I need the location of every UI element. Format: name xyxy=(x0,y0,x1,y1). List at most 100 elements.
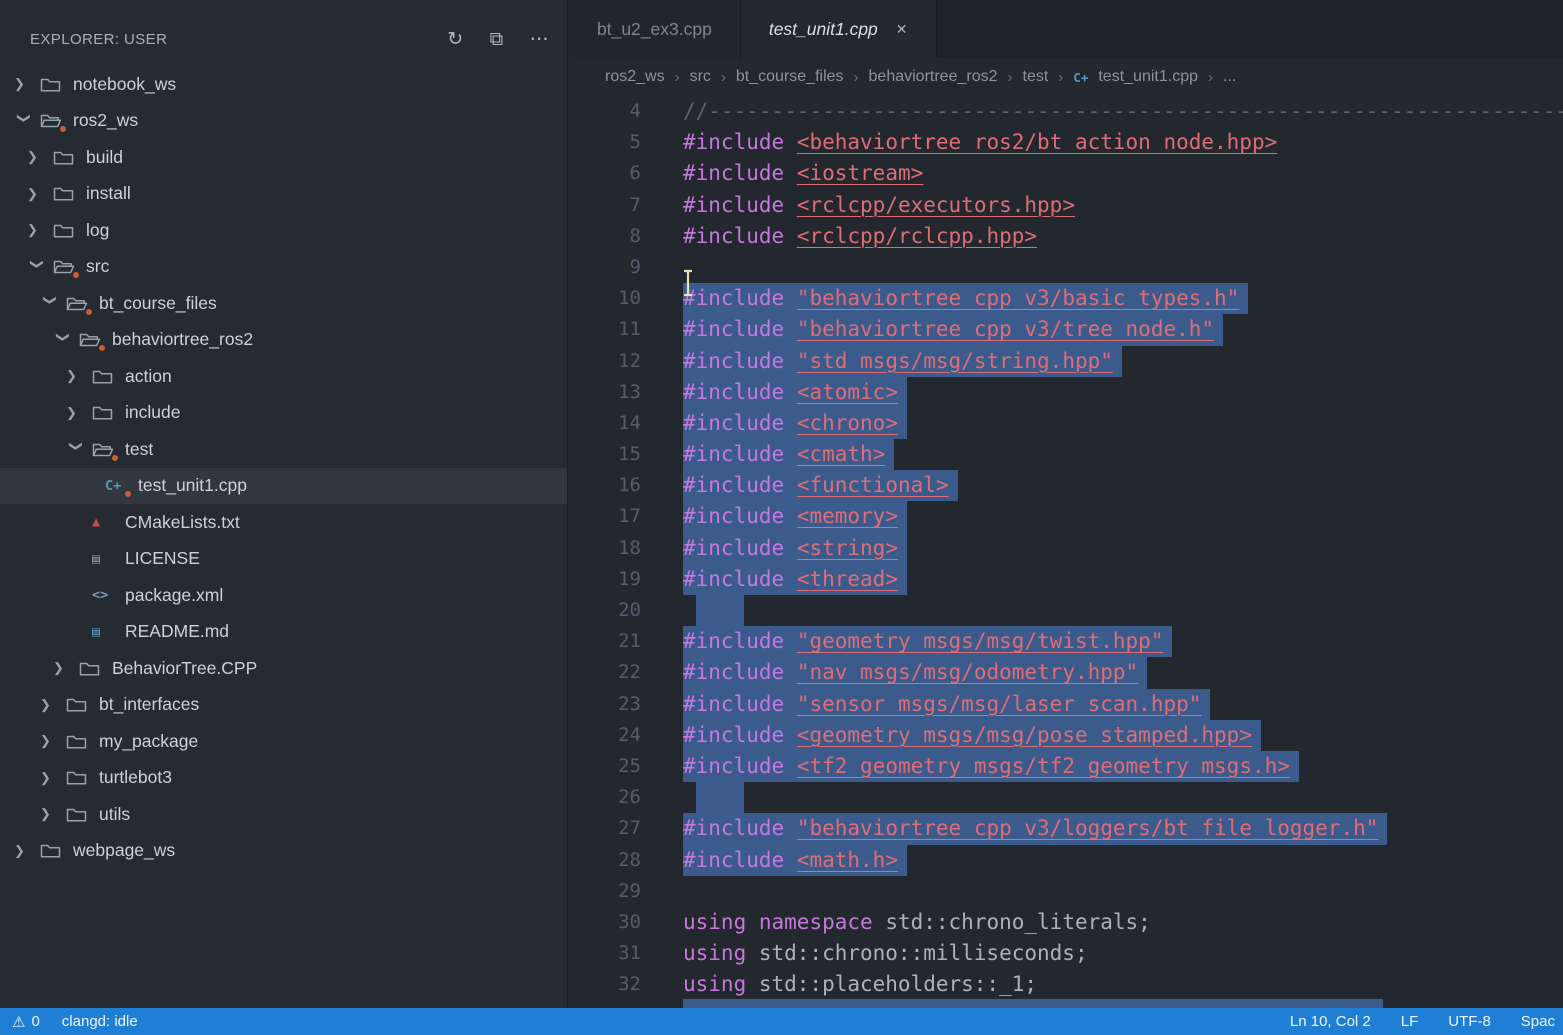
code-line[interactable]: 29 xyxy=(569,876,1563,907)
tree-item-test_unit1.cpp[interactable]: C+test_unit1.cpp xyxy=(0,468,567,505)
code-line[interactable]: 6#include <iostream> xyxy=(569,158,1563,189)
language-server-status[interactable]: clangd: idle xyxy=(62,1013,138,1030)
tree-item-utils[interactable]: ❯utils xyxy=(0,796,567,833)
breadcrumb-item[interactable]: ros2_ws xyxy=(605,68,665,86)
breadcrumb-item[interactable]: behaviortree_ros2 xyxy=(869,68,998,86)
tree-item-build[interactable]: ❯build xyxy=(0,139,567,176)
cursor-position[interactable]: Ln 10, Col 2 xyxy=(1290,1013,1371,1030)
code-line[interactable]: 20 xyxy=(569,595,1563,626)
horizontal-scrollbar[interactable] xyxy=(683,999,1383,1008)
code-line[interactable]: 32using std::placeholders::_1; xyxy=(569,969,1563,1000)
code-line[interactable]: 18#include <string> xyxy=(569,533,1563,564)
code-line[interactable]: 17#include <memory> xyxy=(569,501,1563,532)
tree-item-install[interactable]: ❯install xyxy=(0,176,567,213)
code-line[interactable]: 11#include "behaviortree_cpp_v3/tree_nod… xyxy=(569,314,1563,345)
tree-item-webpage_ws[interactable]: ❯webpage_ws xyxy=(0,833,567,870)
token-txt: std::chrono_literals; xyxy=(873,910,1151,934)
code-line[interactable]: 12#include "std_msgs/msg/string.hpp" xyxy=(569,346,1563,377)
code-line[interactable]: 22#include "nav_msgs/msg/odometry.hpp" xyxy=(569,657,1563,688)
tree-item-turtlebot3[interactable]: ❯turtlebot3 xyxy=(0,760,567,797)
code-line[interactable]: 8#include <rclcpp/rclcpp.hpp> xyxy=(569,221,1563,252)
tab-bt_u2_ex3.cpp[interactable]: bt_u2_ex3.cpp xyxy=(569,0,741,58)
token-kw: #include xyxy=(683,349,784,373)
tree-item-src[interactable]: ❯src xyxy=(0,249,567,286)
token-txt xyxy=(784,380,797,404)
tree-item-notebook_ws[interactable]: ❯notebook_ws xyxy=(0,66,567,103)
token-kw: #include xyxy=(683,473,784,497)
code-line[interactable]: 27#include "behaviortree_cpp_v3/loggers/… xyxy=(569,813,1563,844)
tree-item-label: bt_interfaces xyxy=(99,694,199,715)
token-kw: using xyxy=(683,972,746,996)
code-line[interactable]: 9 xyxy=(569,252,1563,283)
line-text: using std::placeholders::_1; xyxy=(641,969,1037,1000)
chevron-right-icon: ❯ xyxy=(40,697,66,713)
folder-icon xyxy=(66,760,97,797)
eol-indicator[interactable]: LF xyxy=(1401,1013,1419,1030)
tree-item-README.md[interactable]: ▤README.md xyxy=(0,614,567,651)
code-line[interactable]: 7#include <rclcpp/executors.hpp> xyxy=(569,190,1563,221)
tree-item-CMakeLists.txt[interactable]: ▲CMakeLists.txt xyxy=(0,504,567,541)
token-txt xyxy=(784,536,797,560)
code-line[interactable]: 5#include <behaviortree_ros2/bt_action_n… xyxy=(569,127,1563,158)
breadcrumb-item[interactable]: test xyxy=(1023,68,1049,86)
more-actions-icon[interactable]: ⋯ xyxy=(530,30,549,49)
encoding-indicator[interactable]: UTF-8 xyxy=(1448,1013,1491,1030)
code-line[interactable]: 23#include "sensor_msgs/msg/laser_scan.h… xyxy=(569,689,1563,720)
token-kw: #include xyxy=(683,504,784,528)
tree-item-bt_course_files[interactable]: ❯bt_course_files xyxy=(0,285,567,322)
line-text: #include "nav_msgs/msg/odometry.hpp" xyxy=(641,657,1147,688)
tree-item-include[interactable]: ❯include xyxy=(0,395,567,432)
indentation-indicator[interactable]: Spac xyxy=(1521,1013,1555,1030)
tree-item-BehaviorTree.CPP[interactable]: ❯BehaviorTree.CPP xyxy=(0,650,567,687)
folder-icon xyxy=(92,395,123,432)
token-txt xyxy=(784,848,797,872)
code-line[interactable]: 15#include <cmath> xyxy=(569,439,1563,470)
tree-item-log[interactable]: ❯log xyxy=(0,212,567,249)
tab-test_unit1.cpp[interactable]: test_unit1.cpp✕ xyxy=(741,0,937,58)
folder-icon xyxy=(53,212,84,249)
code-line[interactable]: 26 xyxy=(569,782,1563,813)
line-text xyxy=(641,595,744,626)
selection-highlight: #include <cmath> xyxy=(683,439,894,470)
chevron-right-icon: ❯ xyxy=(27,222,53,238)
code-line[interactable]: 19#include <thread> xyxy=(569,564,1563,595)
code-line[interactable]: 24#include <geometry_msgs/msg/pose_stamp… xyxy=(569,720,1563,751)
line-number: 9 xyxy=(569,252,641,283)
selection-highlight: #include "nav_msgs/msg/odometry.hpp" xyxy=(683,657,1147,688)
chevron-right-icon: ❯ xyxy=(40,806,66,822)
tree-item-my_package[interactable]: ❯my_package xyxy=(0,723,567,760)
tree-item-test[interactable]: ❯test xyxy=(0,431,567,468)
tree-item-behaviortree_ros2[interactable]: ❯behaviortree_ros2 xyxy=(0,322,567,359)
code-line[interactable]: 31using std::chrono::milliseconds; xyxy=(569,938,1563,969)
refresh-explorer-icon[interactable]: ↻ xyxy=(447,30,463,49)
line-text: #include <tf2_geometry_msgs/tf2_geometry… xyxy=(641,751,1299,782)
code-editor[interactable]: 4//-------------------------------------… xyxy=(569,96,1563,1008)
tree-item-package.xml[interactable]: <>package.xml xyxy=(0,577,567,614)
breadcrumb-item[interactable]: ... xyxy=(1223,68,1236,86)
code-line[interactable]: 4//-------------------------------------… xyxy=(569,96,1563,127)
collapse-folders-icon[interactable]: ⧉ xyxy=(490,30,504,49)
tree-item-action[interactable]: ❯action xyxy=(0,358,567,395)
selection-highlight: #include "std_msgs/msg/string.hpp" xyxy=(683,346,1122,377)
code-line[interactable]: 14#include <chrono> xyxy=(569,408,1563,439)
code-line[interactable]: 21#include "geometry_msgs/msg/twist.hpp" xyxy=(569,626,1563,657)
code-line[interactable]: 28#include <math.h> xyxy=(569,845,1563,876)
folder-icon xyxy=(92,431,123,468)
code-line[interactable]: 16#include <functional> xyxy=(569,470,1563,501)
breadcrumb-item[interactable]: bt_course_files xyxy=(736,68,844,86)
breadcrumb-item[interactable]: test_unit1.cpp xyxy=(1098,68,1198,86)
code-line[interactable]: 25#include <tf2_geometry_msgs/tf2_geomet… xyxy=(569,751,1563,782)
selection-highlight: #include <tf2_geometry_msgs/tf2_geometry… xyxy=(683,751,1299,782)
code-line[interactable]: 30using namespace std::chrono_literals; xyxy=(569,907,1563,938)
close-icon[interactable]: ✕ xyxy=(896,21,908,38)
token-kw: #include xyxy=(683,536,784,560)
breadcrumb-item[interactable]: src xyxy=(690,68,711,86)
tree-item-ros2_ws[interactable]: ❯ros2_ws xyxy=(0,103,567,140)
code-line[interactable]: 10#include "behaviortree_cpp_v3/basic_ty… xyxy=(569,283,1563,314)
explorer-sidebar: EXPLORER: USER ↻⧉⋯ ❯notebook_ws❯ros2_ws❯… xyxy=(0,0,568,1008)
tree-item-bt_interfaces[interactable]: ❯ bt_interfaces xyxy=(0,687,567,724)
warnings-indicator[interactable]: ⚠ 0 xyxy=(12,1013,40,1031)
code-line[interactable]: 13#include <atomic> xyxy=(569,377,1563,408)
selection-highlight: #include "behaviortree_cpp_v3/basic_type… xyxy=(683,283,1248,314)
tree-item-LICENSE[interactable]: ▤LICENSE xyxy=(0,541,567,578)
